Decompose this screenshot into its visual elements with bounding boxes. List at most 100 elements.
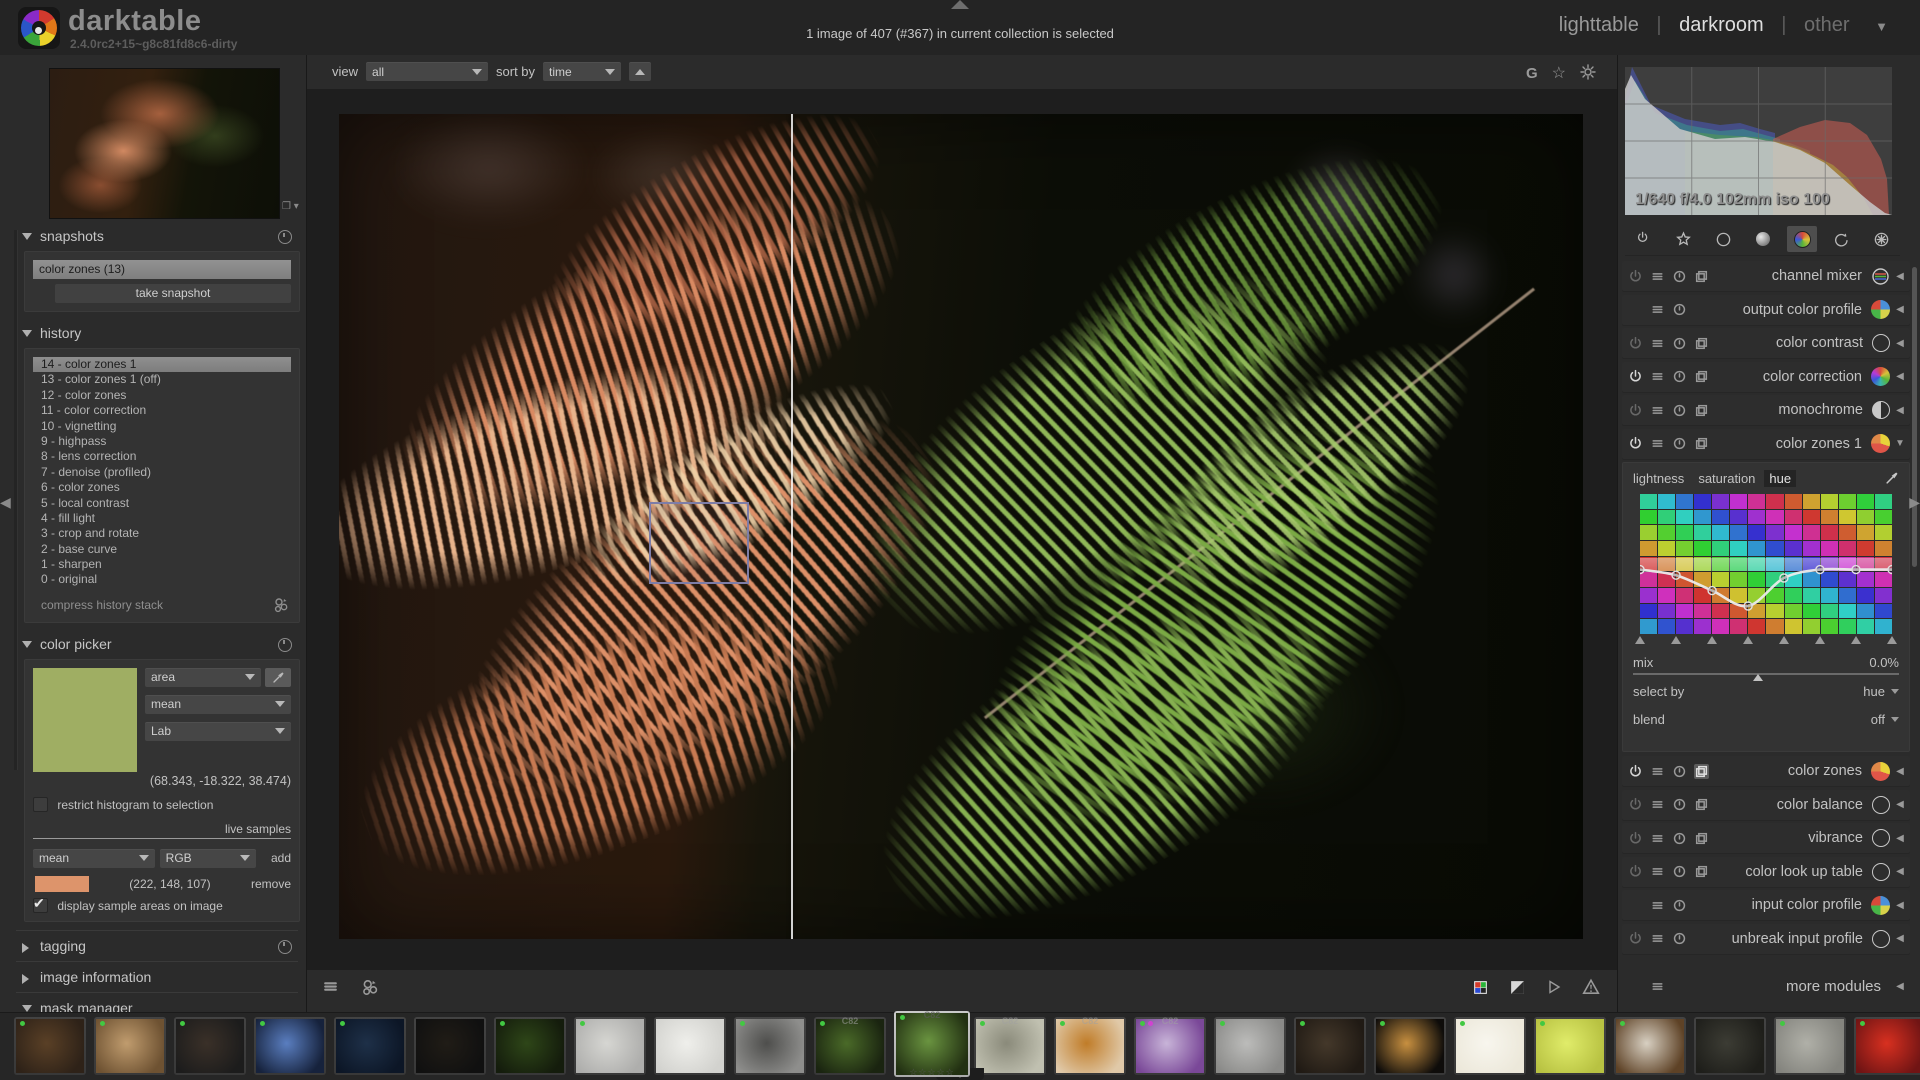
history-item[interactable]: 11 - color correction xyxy=(33,403,291,418)
presets-icon[interactable] xyxy=(1650,898,1665,913)
reset-icon[interactable] xyxy=(1672,898,1687,913)
navigation-zoom-controls[interactable]: ❐ ▾ xyxy=(282,201,299,212)
power-icon[interactable] xyxy=(1628,764,1643,779)
presets-icon[interactable] xyxy=(1650,797,1665,812)
curve-node-marker[interactable] xyxy=(1635,636,1645,644)
power-icon[interactable] xyxy=(1628,797,1643,812)
filmstrip-thumb-street-bw[interactable] xyxy=(734,1017,806,1075)
chevron-left-icon[interactable]: ◀ xyxy=(1890,271,1910,282)
rating-stars[interactable]: ☆☆☆☆☆ xyxy=(894,1067,970,1078)
snapshot-item[interactable]: color zones (13) xyxy=(33,260,291,279)
presets-icon[interactable] xyxy=(1650,403,1665,418)
presets-icon[interactable] xyxy=(1650,302,1665,317)
chevron-left-icon[interactable]: ◀ xyxy=(1890,338,1910,349)
module-output-color-profile[interactable]: output color profile ◀ xyxy=(1622,294,1910,325)
curve-node-marker[interactable] xyxy=(1850,636,1861,644)
module-unbreak-input-profile[interactable]: unbreak input profile ◀ xyxy=(1622,923,1910,954)
presets-icon[interactable] xyxy=(1650,369,1665,384)
history-item[interactable]: 13 - color zones 1 (off) xyxy=(33,372,291,387)
history-item[interactable]: 14 - color zones 1 xyxy=(33,357,291,373)
right-panel-scrollbar[interactable] xyxy=(1912,267,1917,567)
filmstrip-thumb-clock[interactable] xyxy=(1214,1017,1286,1075)
chevron-left-icon[interactable]: ◀ xyxy=(1890,981,1910,992)
chevron-left-icon[interactable]: ◀ xyxy=(1890,405,1910,416)
sort-dropdown[interactable]: time xyxy=(543,62,622,81)
instance-icon[interactable] xyxy=(1694,269,1709,284)
filmstrip-thumb-crack-white[interactable] xyxy=(654,1017,726,1075)
history-item[interactable]: 9 - highpass xyxy=(33,434,291,449)
picker-mode-dropdown[interactable]: area xyxy=(145,667,261,687)
curve-node-marker[interactable] xyxy=(1887,636,1897,644)
instance-icon[interactable] xyxy=(1694,336,1709,351)
mix-slider-row[interactable]: mix 0.0% xyxy=(1633,655,1899,670)
chevron-left-icon[interactable]: ◀ xyxy=(1890,371,1910,382)
history-item[interactable]: 7 - denoise (profiled) xyxy=(33,465,291,480)
restrict-histogram-checkbox[interactable] xyxy=(33,796,48,812)
instance-icon[interactable] xyxy=(1694,436,1709,451)
filmstrip-thumb-bright-white[interactable] xyxy=(1454,1017,1526,1075)
take-snapshot-button[interactable]: take snapshot xyxy=(55,284,291,303)
filmstrip-thumb-spaniel-dog[interactable] xyxy=(1614,1017,1686,1075)
group-correction-swirl[interactable] xyxy=(1827,226,1857,252)
mix-slider[interactable] xyxy=(1633,673,1899,681)
filmstrip-thumb-bathtub[interactable] xyxy=(574,1017,646,1075)
filmstrip-thumb-dark-counter[interactable] xyxy=(1294,1017,1366,1075)
reset-icon[interactable] xyxy=(1672,931,1687,946)
power-icon[interactable] xyxy=(1628,336,1643,351)
live-sample-swatch[interactable] xyxy=(35,875,89,892)
more-modules-row[interactable]: more modules ◀ xyxy=(1622,972,1910,1002)
curve-node-marker[interactable] xyxy=(1743,636,1754,644)
chevron-left-icon[interactable]: ◀ xyxy=(1890,799,1910,810)
color-picker-header[interactable]: color picker xyxy=(16,631,306,657)
tab-saturation[interactable]: saturation xyxy=(1698,471,1755,486)
main-image[interactable] xyxy=(339,114,1583,939)
filmstrip-thumb-lightbulbs[interactable] xyxy=(1374,1017,1446,1075)
second-window-icon[interactable] xyxy=(361,978,379,999)
history-item[interactable]: 3 - crop and rotate xyxy=(33,526,291,541)
history-item[interactable]: 12 - color zones xyxy=(33,388,291,403)
power-icon[interactable] xyxy=(1628,931,1643,946)
star-icon[interactable]: ☆ xyxy=(1552,63,1566,83)
module-color-zones-1[interactable]: color zones 1 ▼ xyxy=(1622,428,1910,459)
group-favorites-star[interactable] xyxy=(1669,226,1699,252)
presets-icon[interactable] xyxy=(1650,831,1665,846)
reset-icon[interactable] xyxy=(1672,436,1687,451)
history-item[interactable]: 4 - fill light xyxy=(33,511,291,526)
tab-lightness[interactable]: lightness xyxy=(1633,471,1684,486)
instance-icon[interactable] xyxy=(1694,403,1709,418)
filmstrip-thumb-juice[interactable]: C82 xyxy=(1054,1016,1126,1075)
right-panel-grabber[interactable]: ▶ xyxy=(1909,494,1920,511)
snapshots-header[interactable]: snapshots xyxy=(16,223,306,249)
filmstrip-thumb-ferns-green[interactable]: C82 xyxy=(814,1016,886,1075)
instance-icon[interactable] xyxy=(1694,864,1709,879)
history-header[interactable]: history xyxy=(16,320,306,346)
reset-icon[interactable] xyxy=(1672,764,1687,779)
filmstrip-thumb-sparkler[interactable] xyxy=(254,1017,326,1075)
color-picker-area-box[interactable] xyxy=(648,501,749,585)
power-icon[interactable] xyxy=(1628,369,1643,384)
filmstrip-thumb-stone-bridge[interactable] xyxy=(1774,1017,1846,1075)
filmstrip-thumb-night-sky[interactable] xyxy=(334,1017,406,1075)
filmstrip-thumb-fern-dark[interactable] xyxy=(494,1017,566,1075)
filmstrip-thumb-pear[interactable]: C82 xyxy=(974,1016,1046,1075)
chevron-left-icon[interactable]: ◀ xyxy=(1890,833,1910,844)
play-icon[interactable] xyxy=(1546,979,1562,998)
reset-icon[interactable] xyxy=(1672,369,1687,384)
presets-icon[interactable] xyxy=(278,939,292,954)
presets-icon[interactable] xyxy=(278,230,292,244)
curve-node-marker[interactable] xyxy=(1707,636,1718,644)
curve-node-marker[interactable] xyxy=(1671,636,1682,644)
reset-icon[interactable] xyxy=(1672,302,1687,317)
module-vibrance[interactable]: vibrance ◀ xyxy=(1622,823,1910,853)
chevron-left-icon[interactable]: ◀ xyxy=(1890,304,1910,315)
chevron-down-icon[interactable]: ▼ xyxy=(1890,438,1910,449)
view-lighttable[interactable]: lighttable xyxy=(1559,14,1639,36)
select-by-row[interactable]: select by hue xyxy=(1633,684,1899,699)
top-panel-grabber[interactable] xyxy=(951,0,969,9)
chevron-left-icon[interactable]: ◀ xyxy=(1890,933,1910,944)
view-darkroom[interactable]: darkroom xyxy=(1679,14,1763,36)
add-sample-button[interactable]: add xyxy=(261,851,291,865)
instance-icon[interactable] xyxy=(1694,369,1709,384)
sample-statistic-dropdown[interactable]: mean xyxy=(33,848,155,868)
presets-icon[interactable] xyxy=(1650,436,1665,451)
